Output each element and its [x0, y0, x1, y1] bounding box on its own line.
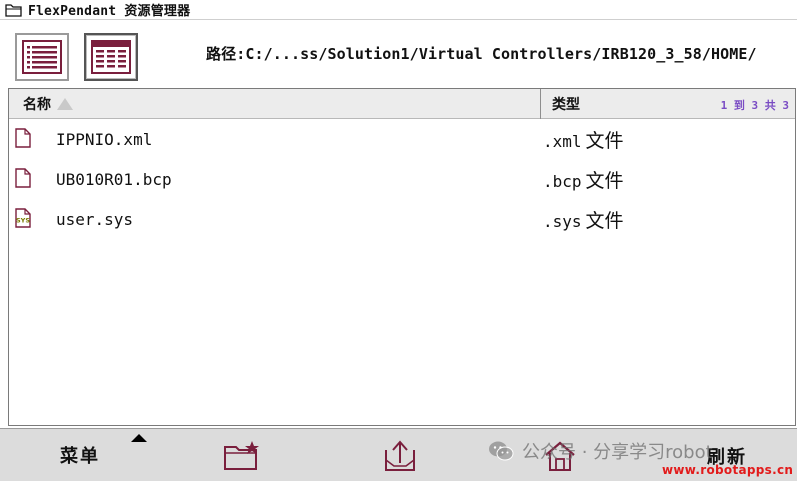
- watermark-text: 公众号 · 分享学习robot: [522, 442, 713, 463]
- detail-view-icon: [91, 40, 131, 74]
- file-type: .bcp 文件: [543, 166, 624, 193]
- toolbar: 路径:C:/...ss/Solution1/Virtual Controller…: [0, 21, 797, 87]
- window-title: FlexPendant 资源管理器: [28, 4, 191, 19]
- file-name: user.sys: [56, 210, 134, 229]
- file-ext: .sys: [543, 212, 582, 231]
- column-header-name[interactable]: 名称: [9, 89, 541, 119]
- column-header-type-label: 类型: [552, 97, 580, 113]
- file-ext: .xml: [543, 132, 582, 151]
- file-kind: 文件: [585, 210, 624, 232]
- watermark: 公众号 · 分享学习robot: [488, 438, 713, 464]
- file-type: .xml 文件: [543, 126, 624, 153]
- sort-ascending-icon: [57, 98, 73, 110]
- new-folder-icon: [224, 440, 259, 470]
- file-icon: [15, 168, 31, 188]
- title-bar: FlexPendant 资源管理器: [0, 0, 797, 20]
- file-ext: .bcp: [543, 172, 582, 191]
- upload-icon: [385, 439, 415, 471]
- sys-file-icon: SYS: [15, 208, 31, 228]
- site-watermark: www.robotapps.cn: [662, 463, 794, 477]
- item-count: 1 到 3 共 3: [720, 99, 789, 112]
- current-path: 路径:C:/...ss/Solution1/Virtual Controller…: [206, 45, 757, 63]
- file-name: UB010R01.bcp: [56, 170, 172, 189]
- folder-icon: [5, 3, 22, 17]
- wechat-icon: [489, 441, 514, 461]
- file-row[interactable]: UB010R01.bcp .bcp 文件: [9, 160, 795, 200]
- column-header-type[interactable]: 类型 1 到 3 共 3: [542, 89, 795, 119]
- file-kind: 文件: [585, 170, 624, 192]
- column-header-name-label: 名称: [23, 97, 51, 113]
- file-kind: 文件: [585, 130, 624, 152]
- parent-folder-button[interactable]: [378, 429, 422, 481]
- file-row[interactable]: IPPNIO.xml .xml 文件: [9, 120, 795, 160]
- new-folder-button[interactable]: [218, 429, 266, 481]
- file-list: 名称 类型 1 到 3 共 3 IPPNIO.xml .xml 文件 UB010R…: [8, 88, 796, 426]
- sys-icon-text: SYS: [16, 217, 30, 225]
- list-view-button[interactable]: [15, 33, 69, 81]
- detail-view-button[interactable]: [84, 33, 138, 81]
- menu-up-arrow-icon: [131, 434, 147, 442]
- list-view-icon: [22, 40, 62, 74]
- menu-label: 菜单: [60, 445, 100, 467]
- file-type: .sys 文件: [543, 206, 624, 233]
- file-row[interactable]: SYS user.sys .sys 文件: [9, 200, 795, 240]
- file-name: IPPNIO.xml: [56, 130, 153, 149]
- file-icon: [15, 128, 31, 148]
- list-header: 名称 类型 1 到 3 共 3: [9, 89, 795, 119]
